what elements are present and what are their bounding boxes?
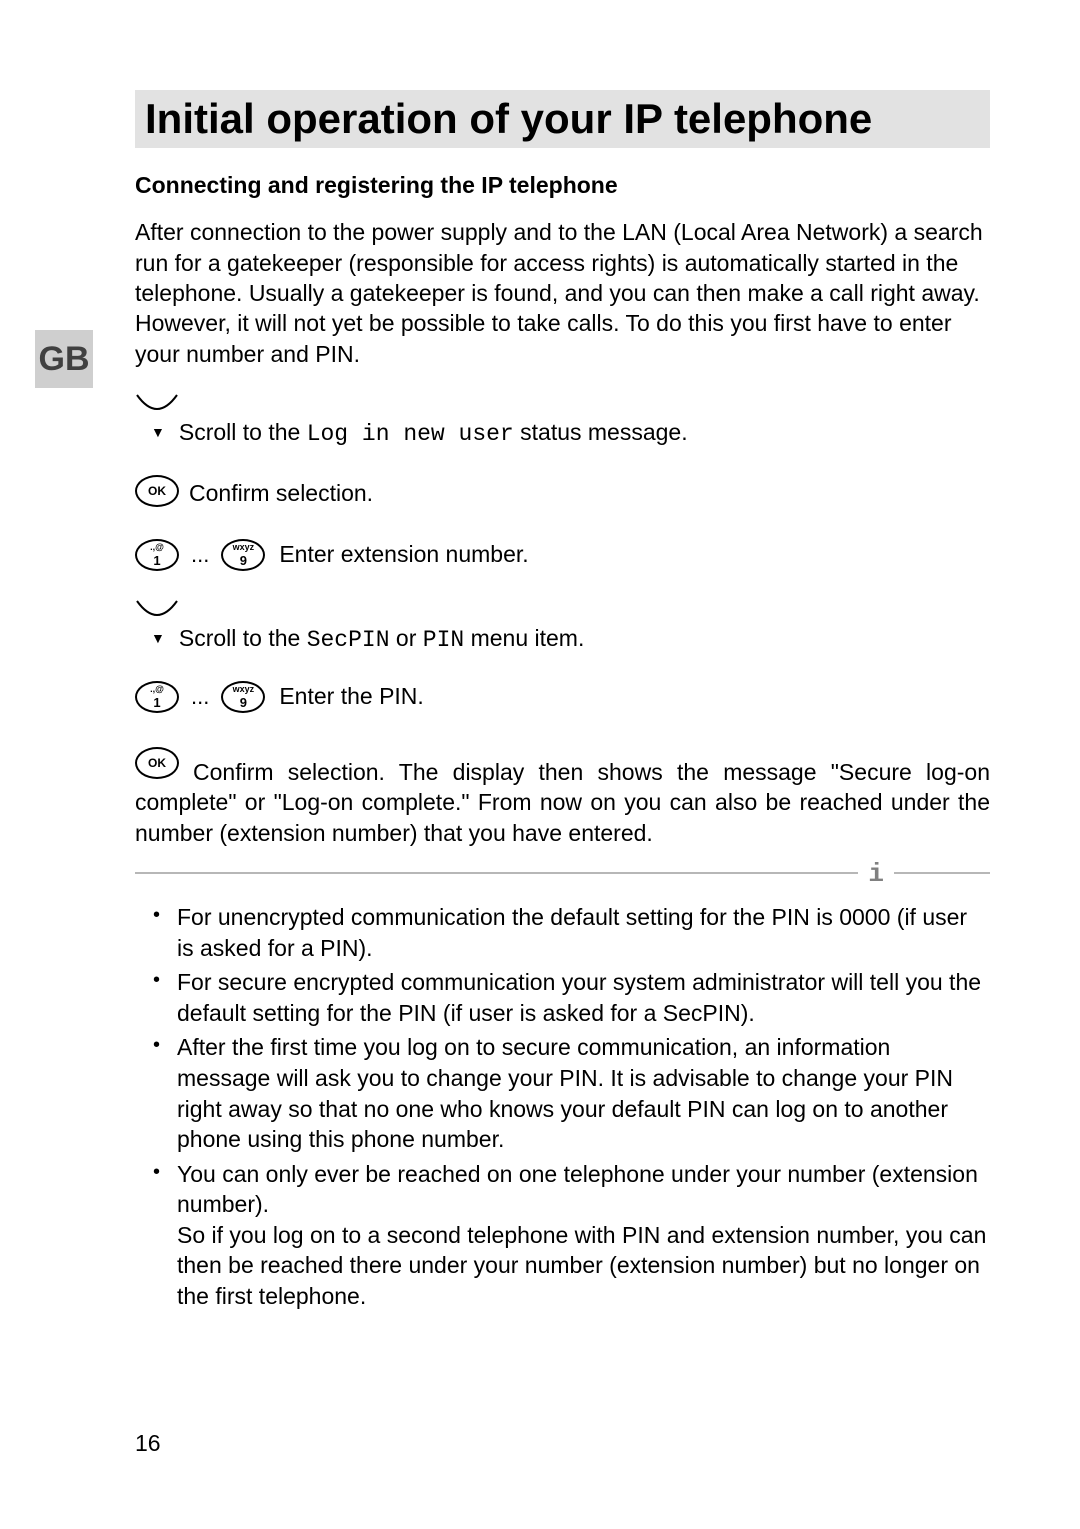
content-area: Initial operation of your IP telephone C… xyxy=(135,90,990,1312)
language-badge-label: GB xyxy=(39,340,90,379)
key-top-label: wxyz xyxy=(233,685,255,694)
arrow-down-icon: ▼ xyxy=(151,630,165,646)
key-1-icon: .,@ 1 xyxy=(135,539,179,571)
step-scroll-secpin: ▼ Scroll to the SecPIN or PIN menu item. xyxy=(135,599,990,653)
text-fragment: Scroll to the xyxy=(179,419,307,445)
info-item: You can only ever be reached on one tele… xyxy=(177,1159,990,1312)
language-badge: GB xyxy=(35,330,93,388)
ok-key-icon: OK xyxy=(135,475,179,507)
info-divider: i xyxy=(135,872,990,874)
scroll-curve-icon xyxy=(135,599,179,623)
info-list: For unencrypted communication the defaul… xyxy=(135,902,990,1312)
text-fragment: menu item. xyxy=(464,625,584,651)
ellipsis: ... xyxy=(187,539,213,571)
key-num-label: 9 xyxy=(240,554,247,567)
code-fragment: Log in new user xyxy=(307,421,514,447)
step-text: Scroll to the SecPIN or PIN menu item. xyxy=(179,625,584,653)
step-text: Confirm selection. xyxy=(189,480,373,507)
step-enter-pin: .,@ 1 ... wxyz 9 Enter the PIN. xyxy=(135,681,990,713)
step-confirm-2: OK Confirm selection. The display then s… xyxy=(135,747,990,848)
section-title-bar: Initial operation of your IP telephone xyxy=(135,90,990,148)
key-num-label: 9 xyxy=(240,696,247,709)
key-1-icon: .,@ 1 xyxy=(135,681,179,713)
step-confirm-1: OK Confirm selection. xyxy=(135,475,990,507)
step-text: Enter the PIN. xyxy=(279,683,423,710)
key-num-label: 1 xyxy=(153,696,160,709)
section-title: Initial operation of your IP telephone xyxy=(145,96,980,142)
step-text: Enter extension number. xyxy=(279,541,528,568)
info-item: For unencrypted communication the defaul… xyxy=(177,902,990,963)
key-top-label: wxyz xyxy=(233,543,255,552)
key-top-label: .,@ xyxy=(150,685,164,694)
text-fragment: or xyxy=(390,625,423,651)
key-9-icon: wxyz 9 xyxy=(221,539,265,571)
text-fragment: status message. xyxy=(514,419,688,445)
page-number: 16 xyxy=(135,1430,161,1457)
steps-list: ▼ Scroll to the Log in new user status m… xyxy=(135,393,990,848)
manual-page: GB Initial operation of your IP telephon… xyxy=(0,0,1080,1529)
step-text: Confirm selection. The display then show… xyxy=(135,757,990,848)
code-fragment: SecPIN xyxy=(307,627,390,653)
intro-paragraph: After connection to the power supply and… xyxy=(135,217,990,369)
key-num-label: 1 xyxy=(153,554,160,567)
text-fragment: Scroll to the xyxy=(179,625,307,651)
info-item: After the first time you log on to secur… xyxy=(177,1032,990,1154)
info-icon: i xyxy=(858,859,894,889)
ellipsis: ... xyxy=(187,681,213,713)
code-fragment: PIN xyxy=(423,627,464,653)
step-scroll-login: ▼ Scroll to the Log in new user status m… xyxy=(135,393,990,447)
info-item: For secure encrypted communication your … xyxy=(177,967,990,1028)
key-9-icon: wxyz 9 xyxy=(221,681,265,713)
ok-label: OK xyxy=(148,756,166,770)
step-enter-extension: .,@ 1 ... wxyz 9 Enter extension number. xyxy=(135,539,990,571)
ok-key-icon: OK xyxy=(135,747,179,779)
key-top-label: .,@ xyxy=(150,543,164,552)
subsection-heading: Connecting and registering the IP teleph… xyxy=(135,172,990,199)
step-text: Scroll to the Log in new user status mes… xyxy=(179,419,688,447)
scroll-curve-icon xyxy=(135,393,179,417)
ok-label: OK xyxy=(148,484,166,498)
arrow-down-icon: ▼ xyxy=(151,424,165,440)
